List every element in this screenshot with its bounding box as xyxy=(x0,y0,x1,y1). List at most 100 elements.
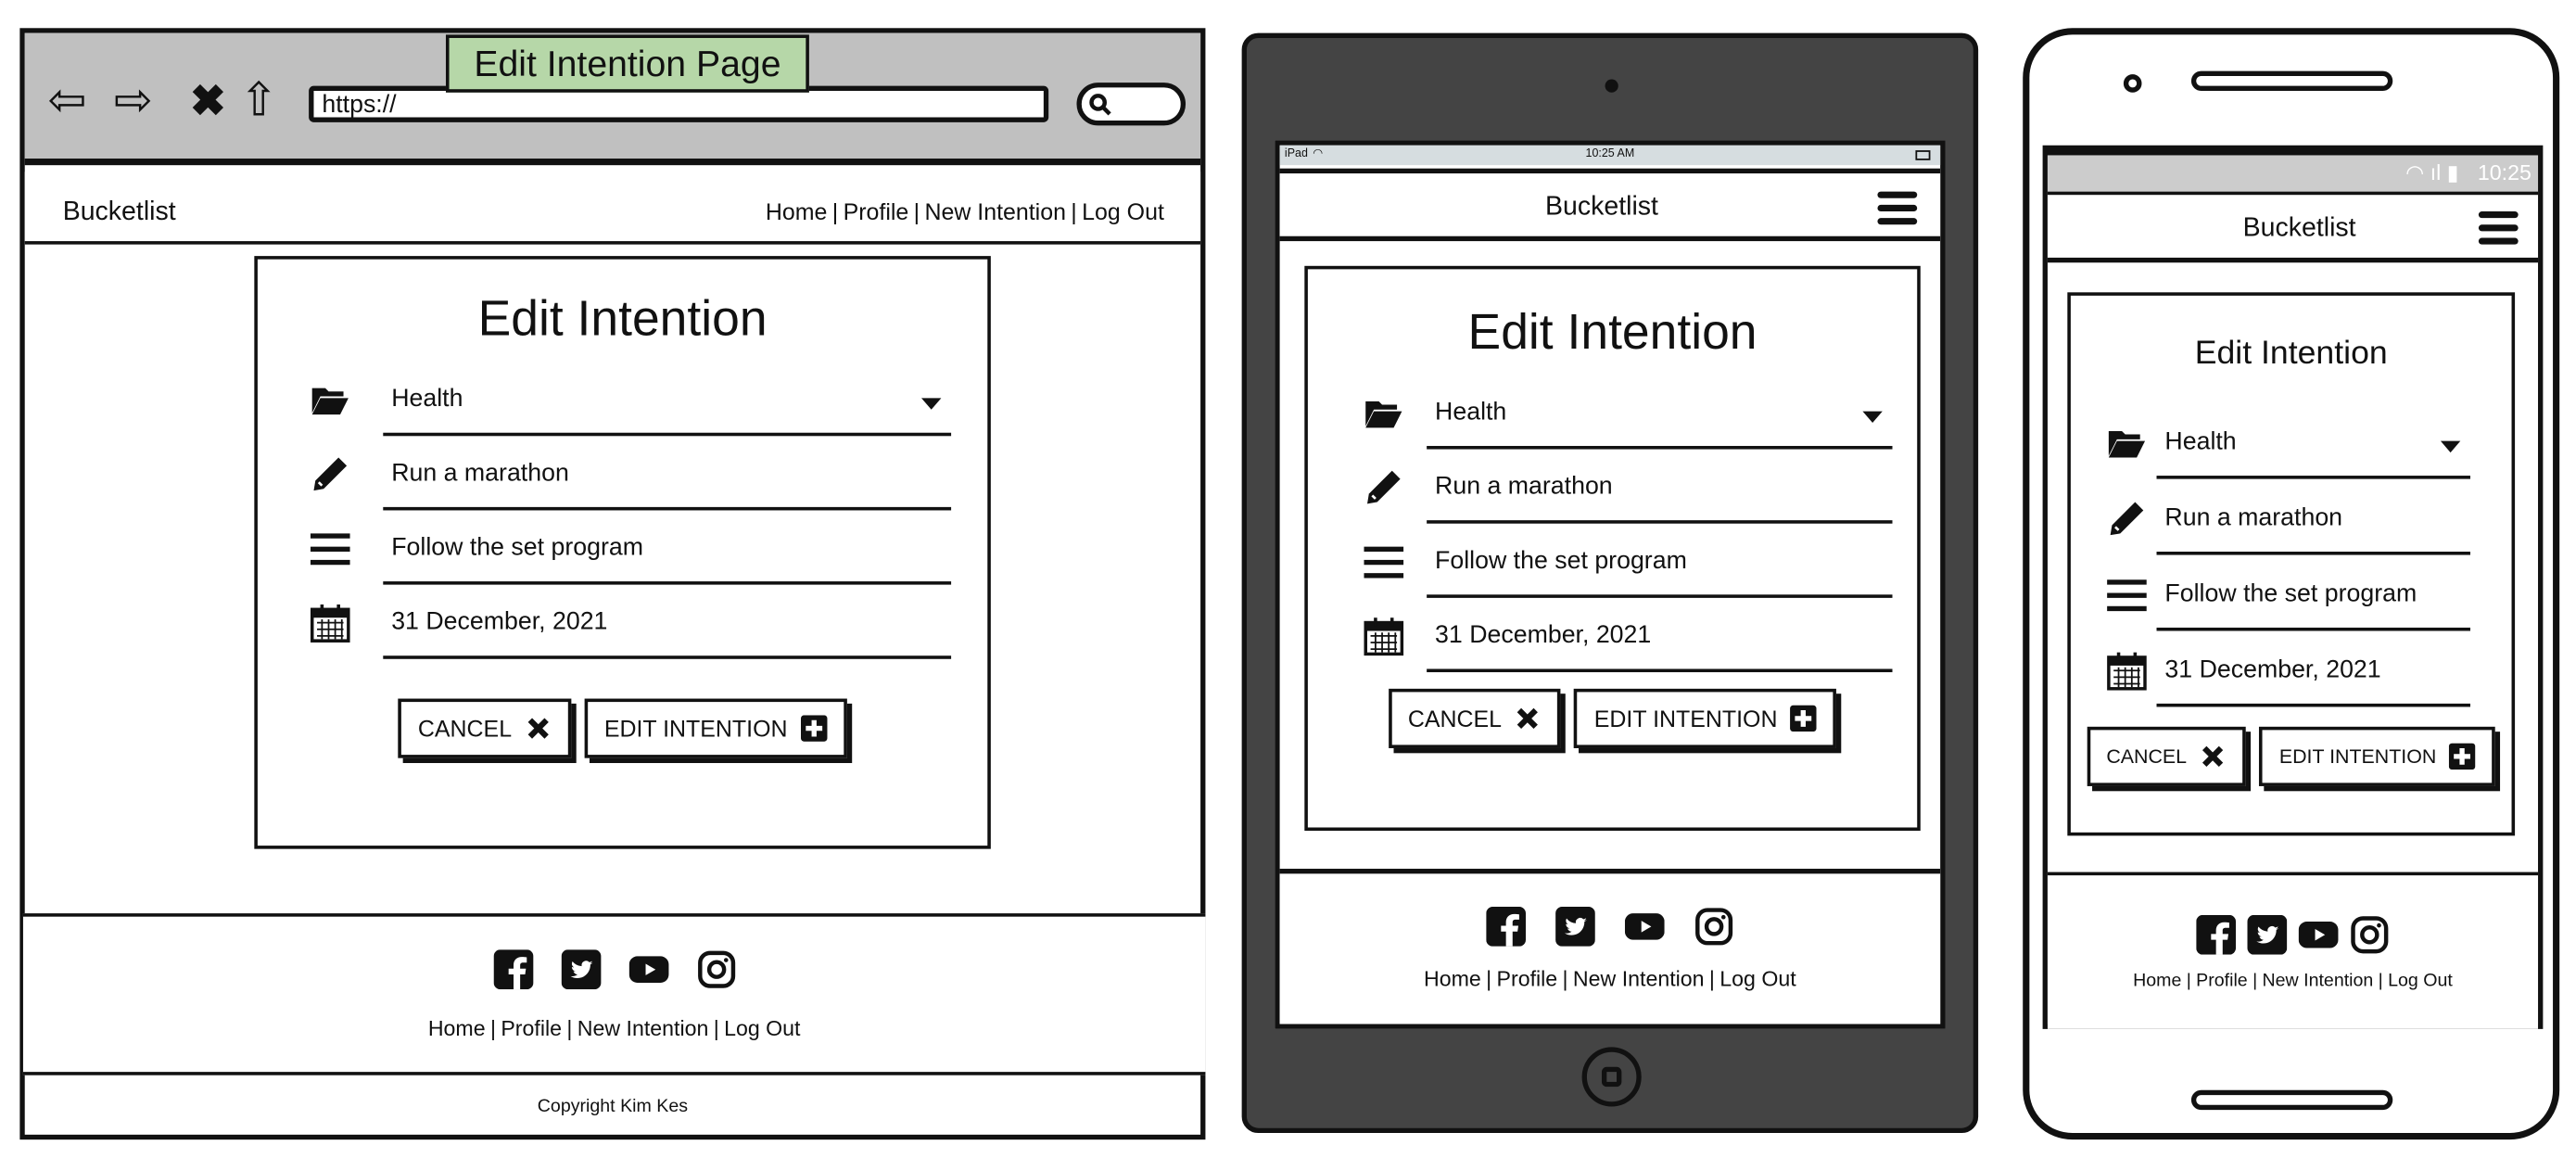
social-links xyxy=(1486,906,1734,947)
footer-link-home[interactable]: Home xyxy=(428,1015,486,1040)
camera-icon xyxy=(1605,79,1618,93)
footer-link-profile[interactable]: Profile xyxy=(2196,971,2248,990)
desktop-browser-mockup: Edit Intention Page ⇦ ⇨ ✖ ⇧ https:// Buc… xyxy=(19,28,1206,1140)
footer-link-new-intention[interactable]: New Intention xyxy=(2263,971,2374,990)
footer-nav: Home | Profile | New Intention | Log Out xyxy=(428,1015,801,1040)
button-row: CANCEL EDIT INTENTION xyxy=(258,698,987,758)
edit-intention-button[interactable]: EDIT INTENTION xyxy=(2259,726,2496,786)
folder-open-icon xyxy=(1365,401,1402,428)
top-nav: Home | Profile | New Intention | Log Out xyxy=(766,198,1164,225)
wireframe-canvas: Edit Intention Page ⇦ ⇨ ✖ ⇧ https:// Buc… xyxy=(0,0,2576,1158)
search-icon xyxy=(1089,94,1111,116)
front-camera-icon xyxy=(2123,74,2142,93)
phone-mockup: ◠ ıl ▮ 10:25 Bucketlist Edit Intention H… xyxy=(2023,28,2560,1140)
close-icon xyxy=(2202,745,2224,767)
category-select[interactable]: Health xyxy=(1365,375,1893,450)
category-select[interactable]: Health xyxy=(2108,403,2470,479)
twitter-icon[interactable] xyxy=(1555,906,1595,947)
footer-link-log-out[interactable]: Log Out xyxy=(1719,966,1796,991)
site-footer: Home | Profile | New Intention | Log Out xyxy=(22,913,1206,1075)
calendar-icon xyxy=(1364,617,1404,656)
stop-icon[interactable]: ✖ xyxy=(190,76,226,125)
phone-screen: ◠ ıl ▮ 10:25 Bucketlist Edit Intention H… xyxy=(2042,145,2544,1029)
social-links xyxy=(492,948,736,989)
date-input[interactable]: 31 December, 2021 xyxy=(310,585,952,659)
footer-link-log-out[interactable]: Log Out xyxy=(724,1015,800,1040)
folder-open-icon xyxy=(311,388,349,415)
brand-logo[interactable]: Bucketlist xyxy=(63,198,176,228)
title-value: Run a marathon xyxy=(1427,472,1893,524)
cancel-button[interactable]: CANCEL xyxy=(1388,688,1562,748)
title-input[interactable]: Run a marathon xyxy=(2110,479,2470,555)
category-value: Health xyxy=(1427,398,1893,450)
instagram-icon[interactable] xyxy=(1694,907,1734,947)
ios-status-bar: iPad ◠ 10:25 AM xyxy=(1279,145,1941,166)
calendar-icon xyxy=(2107,652,2147,691)
category-select[interactable]: Health xyxy=(311,362,952,437)
date-value: 31 December, 2021 xyxy=(1427,621,1893,673)
footer-link-profile[interactable]: Profile xyxy=(1497,966,1558,991)
edit-intention-button[interactable]: EDIT INTENTION xyxy=(1574,688,1837,748)
hamburger-menu-icon[interactable] xyxy=(1877,191,1918,225)
chevron-down-icon xyxy=(1862,411,1883,424)
nav-link-new-intention[interactable]: New Intention xyxy=(924,198,1066,225)
facebook-icon[interactable] xyxy=(492,948,533,989)
date-input[interactable]: 31 December, 2021 xyxy=(1364,598,1893,673)
nav-link-home[interactable]: Home xyxy=(766,198,828,225)
title-input[interactable]: Run a marathon xyxy=(313,436,952,511)
separator: | xyxy=(566,1014,573,1040)
twitter-icon[interactable] xyxy=(2247,914,2288,954)
browser-toolbar: Edit Intention Page ⇦ ⇨ ✖ ⇧ https:// xyxy=(24,32,1201,166)
hamburger-menu-icon[interactable] xyxy=(2478,211,2519,245)
youtube-icon[interactable] xyxy=(1624,907,1665,947)
youtube-icon[interactable] xyxy=(2298,914,2339,954)
date-input[interactable]: 31 December, 2021 xyxy=(2107,630,2470,707)
edit-intention-button[interactable]: EDIT INTENTION xyxy=(584,698,847,758)
description-input[interactable]: Follow the set program xyxy=(310,510,952,585)
close-icon xyxy=(1517,707,1539,730)
description-input[interactable]: Follow the set program xyxy=(1364,524,1893,598)
instagram-icon[interactable] xyxy=(2350,914,2390,954)
brand-logo[interactable]: Bucketlist xyxy=(1280,193,1924,223)
home-button[interactable] xyxy=(1581,1047,1642,1107)
edit-intention-label: EDIT INTENTION xyxy=(2278,744,2437,769)
twitter-icon[interactable] xyxy=(560,948,601,989)
cancel-button[interactable]: CANCEL xyxy=(2086,726,2247,786)
footer-link-log-out[interactable]: Log Out xyxy=(2388,971,2453,990)
calendar-icon xyxy=(310,604,350,643)
date-value: 31 December, 2021 xyxy=(2156,655,2470,707)
battery-icon xyxy=(1915,150,1931,160)
footer-link-profile[interactable]: Profile xyxy=(501,1015,562,1040)
page-title: Edit Intention xyxy=(1467,305,1758,361)
back-arrow-icon[interactable]: ⇦ xyxy=(48,75,87,125)
edit-intention-label: EDIT INTENTION xyxy=(1593,705,1778,732)
copyright-text: Copyright Kim Kes xyxy=(537,1096,689,1117)
footer-link-home[interactable]: Home xyxy=(1424,966,1481,991)
site-navbar: Bucketlist Home | Profile | New Intention | Lo… xyxy=(24,172,1201,245)
cancel-button[interactable]: CANCEL xyxy=(398,698,572,758)
separator: | xyxy=(2186,970,2191,990)
title-input[interactable]: Run a marathon xyxy=(1367,450,1893,524)
nav-link-log-out[interactable]: Log Out xyxy=(1082,198,1164,225)
home-arrow-icon[interactable]: ⇧ xyxy=(239,75,278,125)
bottom-slot xyxy=(2190,1089,2393,1111)
footer-link-home[interactable]: Home xyxy=(2133,971,2181,990)
separator: | xyxy=(2252,970,2258,990)
brand-logo[interactable]: Bucketlist xyxy=(2048,215,2551,245)
copyright-bar: Copyright Kim Kes xyxy=(25,1078,1200,1135)
site-navbar: Bucketlist xyxy=(2047,191,2539,263)
youtube-icon[interactable] xyxy=(628,948,668,988)
footer-link-new-intention[interactable]: New Intention xyxy=(1573,966,1705,991)
instagram-icon[interactable] xyxy=(696,948,736,988)
speaker-slot xyxy=(2190,70,2393,91)
chevron-down-icon xyxy=(2440,440,2461,453)
category-value: Health xyxy=(2156,427,2470,479)
description-input[interactable]: Follow the set program xyxy=(2107,555,2470,631)
tablet-mockup: iPad ◠ 10:25 AM Bucketlist Edit Intentio… xyxy=(1241,32,1979,1134)
footer-link-new-intention[interactable]: New Intention xyxy=(577,1015,709,1040)
browser-search[interactable] xyxy=(1076,83,1186,126)
facebook-icon[interactable] xyxy=(2196,914,2237,954)
facebook-icon[interactable] xyxy=(1486,906,1527,947)
forward-arrow-icon[interactable]: ⇨ xyxy=(114,75,153,125)
nav-link-profile[interactable]: Profile xyxy=(844,198,909,225)
